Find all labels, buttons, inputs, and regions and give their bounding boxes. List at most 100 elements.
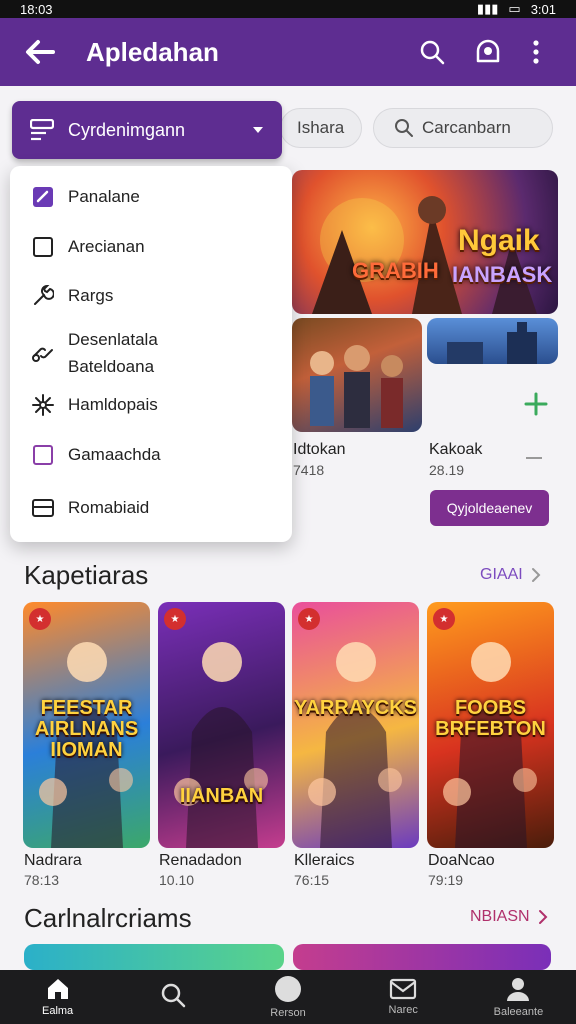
poster-title: FOOBS BRFEBTON [435, 697, 546, 740]
featured-action-button[interactable]: Qyjoldeaenev [430, 490, 549, 526]
section2-card[interactable] [293, 944, 551, 970]
game-name: Nadrara [24, 852, 82, 869]
menu-item-label: Hamldopais [68, 395, 158, 414]
game-name: Klleraics [294, 852, 355, 869]
nav-profile[interactable]: Baleeante [461, 970, 576, 1024]
game-count: 76:15 [294, 872, 330, 888]
chip-ishara[interactable]: Ishara [280, 108, 362, 148]
section-see-all-link[interactable]: NBIASN [470, 908, 548, 926]
category-dropdown[interactable]: Cyrdenimgann [12, 101, 282, 159]
checked-box-icon [30, 184, 56, 210]
game-card[interactable]: ★ FEESTAR AIRLNANS IIOMAN [23, 602, 150, 848]
banner-title-3: IANBASK [452, 262, 553, 287]
section-see-all-link[interactable]: GIAAI [480, 566, 541, 584]
dropdown-menu: Panalane Arecianan Rargs Desenlatala Bat… [10, 166, 292, 542]
menu-item-label: Panalane [68, 187, 140, 206]
nav-label: Ealma [42, 1005, 74, 1017]
game-card[interactable]: ★ FOOBS BRFEBTON [427, 602, 554, 848]
wrench-icon [30, 283, 56, 309]
caret-down-icon [253, 127, 263, 133]
game-name: DoaNcao [428, 852, 495, 869]
plus-icon [524, 392, 548, 416]
account-button[interactable] [468, 32, 508, 72]
menu-item-hamldopais[interactable]: Hamldopais [30, 392, 280, 418]
chip-label: Carcanbarn [422, 118, 511, 137]
back-button[interactable] [20, 32, 60, 72]
more-vert-icon [533, 40, 539, 64]
status-bar: 18:03 ▮▮▮ ▭ 3:01 [0, 0, 576, 18]
featured-item-name: Idtokan [293, 441, 346, 458]
characters-art-icon [310, 345, 403, 428]
banner-title-1: Ngaik [458, 224, 540, 257]
menu-item-label: Gamaachda [68, 445, 161, 464]
nav-home[interactable]: Ealma [0, 970, 115, 1024]
menu-item-desenlatala[interactable]: Desenlatala Bateldoana [30, 326, 280, 380]
sparkle-icon [30, 392, 56, 418]
castle-art-icon [447, 322, 537, 364]
nav-rerson[interactable]: Rerson [230, 970, 345, 1024]
game-name: Renadadon [159, 852, 242, 869]
featured-item-count: 28.19 [429, 462, 465, 478]
minus-icon[interactable] [526, 457, 542, 459]
section-title: Kapetiaras [24, 560, 149, 590]
arrow-left-icon [26, 40, 55, 64]
featured-item-count: 7418 [293, 462, 325, 478]
menu-item-rargs[interactable]: Rargs [30, 283, 280, 309]
featured-banner[interactable]: Ngaik GRABIH IANBASK [292, 170, 558, 314]
poster-title: FEESTAR AIRLNANS IIOMAN [34, 697, 139, 761]
chevron-right-icon [538, 910, 547, 924]
app-bar: Apledahan [0, 18, 576, 86]
purple-box-icon [30, 442, 56, 468]
bottom-navigation: Ealma Rerson Narec Baleeante [0, 970, 576, 1024]
featured-item-name: Kakoak [429, 441, 483, 458]
menu-item-arecianan[interactable]: Arecianan [30, 234, 280, 260]
status-icons: ▮▮▮ ▭ 3:01 [477, 1, 556, 17]
add-button[interactable] [522, 390, 550, 418]
poster-art-icon [174, 642, 268, 848]
mail-icon [390, 978, 417, 1000]
nav-label: Rerson [270, 1007, 306, 1019]
nav-search[interactable] [115, 970, 230, 1024]
nav-label: Baleeante [493, 1006, 544, 1018]
search-icon [161, 983, 186, 1008]
nav-messages[interactable]: Narec [346, 970, 461, 1024]
game-count: 78:13 [24, 872, 60, 888]
banner-title-2: GRABIH [352, 258, 439, 283]
game-card[interactable]: ★ YARRAYCKS [292, 602, 419, 848]
game-count: 10.10 [159, 872, 195, 888]
poster-art-icon [308, 642, 402, 848]
badge-icon: ★ [433, 608, 455, 630]
signal-icon: ▮▮▮ [476, 1, 499, 16]
menu-item-romabiaid[interactable]: Romabiaid [30, 495, 280, 521]
menu-item-label: Rargs [68, 286, 114, 305]
chip-label: Ishara [297, 118, 345, 137]
status-time-left: 18:03 [20, 1, 53, 17]
dropdown-selected-label: Cyrdenimgann [68, 119, 186, 140]
menu-item-gamaachda[interactable]: Gamaachda [30, 442, 280, 468]
link-icon [30, 340, 56, 366]
section-link-label: GIAAI [480, 566, 523, 583]
overflow-menu-button[interactable] [516, 32, 556, 72]
search-icon [420, 40, 445, 65]
badge-icon: ★ [164, 608, 186, 630]
status-time-right: 3:01 [530, 1, 556, 17]
featured-thumb-2[interactable] [427, 318, 558, 364]
menu-item-label: Desenlatala Bateldoana [68, 330, 158, 377]
search-button[interactable] [412, 32, 452, 72]
game-card[interactable]: ★ IIANBAN [158, 602, 285, 848]
chevron-right-icon [531, 568, 541, 582]
circle-icon [275, 976, 301, 1002]
featured-thumb-1[interactable] [292, 318, 422, 432]
poster-title: YARRAYCKS [293, 697, 417, 719]
badge-icon: ★ [29, 608, 51, 630]
user-badge-icon [476, 39, 500, 63]
chip-search[interactable]: Carcanbarn [373, 108, 553, 148]
filter-list-icon [30, 119, 54, 141]
section-link-label: NBIASN [470, 908, 530, 925]
profile-icon [507, 978, 530, 1001]
section2-card[interactable] [24, 944, 284, 970]
menu-item-panalane[interactable]: Panalane [30, 184, 280, 210]
page-title: Apledahan [86, 36, 219, 67]
game-count: 79:19 [428, 872, 464, 888]
home-icon [47, 979, 68, 999]
